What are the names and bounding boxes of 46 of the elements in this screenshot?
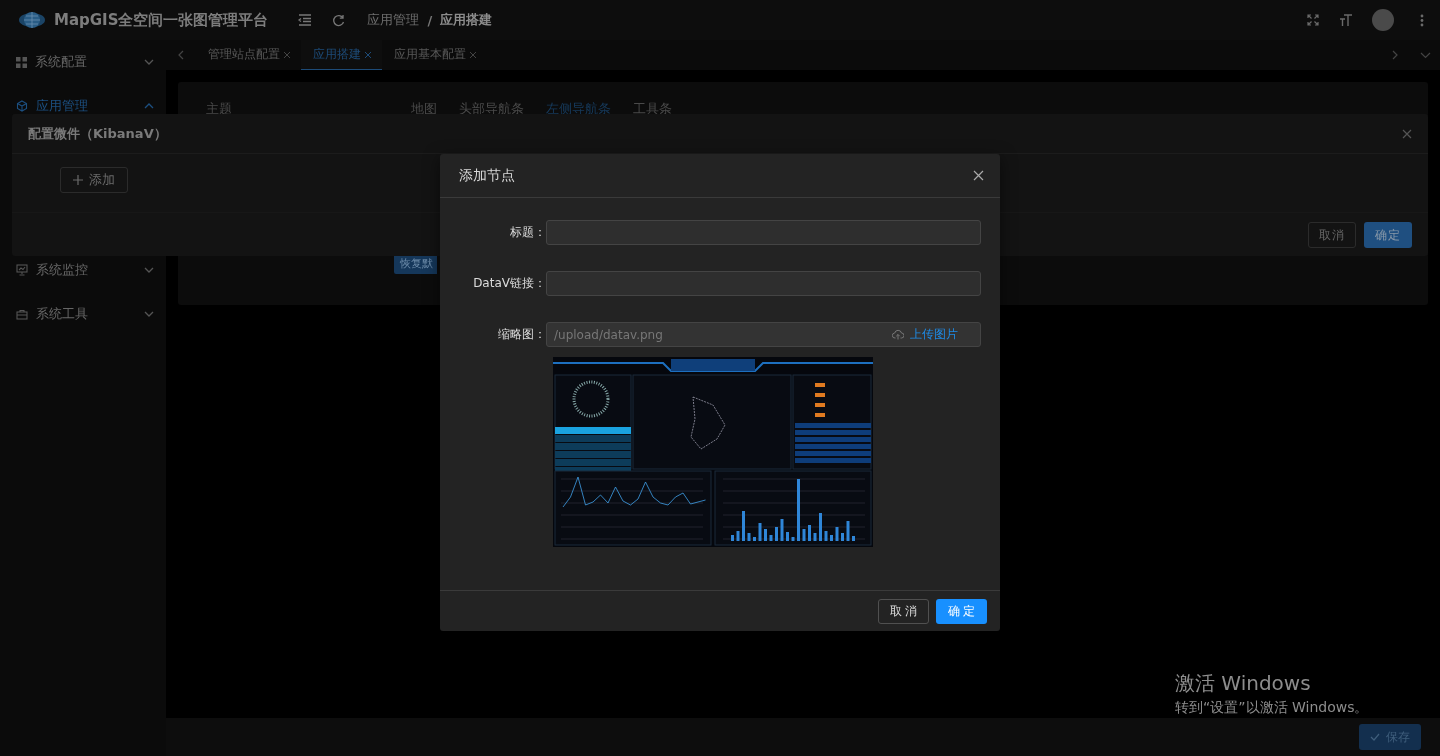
sidebar-item[interactable]: 系统配置 <box>0 40 166 84</box>
upload-link[interactable]: 上传图片 <box>892 326 958 343</box>
fullscreen-icon[interactable] <box>1307 14 1319 26</box>
avatar[interactable] <box>1372 9 1394 31</box>
sidebar-item[interactable]: 系统监控 <box>0 248 166 292</box>
file-path-field[interactable]: /upload/datav.png <box>554 327 886 342</box>
sidebar-item[interactable]: 系统工具 <box>0 292 166 336</box>
breadcrumb-item[interactable]: 应用管理 <box>367 11 420 29</box>
chevron-down-icon[interactable] <box>1419 51 1431 59</box>
dialog-title: 添加节点 <box>459 166 516 185</box>
section-tab[interactable]: 左侧导航条 <box>546 100 611 118</box>
field-label: 缩略图： <box>497 326 546 343</box>
page-tab[interactable]: 管理站点配置 <box>196 40 301 70</box>
input-field[interactable] <box>546 220 981 245</box>
input-field[interactable] <box>546 271 981 296</box>
cancel-button[interactable]: 取消 <box>1308 222 1356 248</box>
refresh-icon[interactable] <box>332 13 346 27</box>
plus-icon <box>73 175 83 185</box>
globe-logo-icon <box>18 9 46 31</box>
activation-notice-title: 激活 Windows <box>1175 670 1312 697</box>
monitor-icon <box>16 264 28 276</box>
font-size-icon[interactable] <box>1339 14 1352 26</box>
theme-label: 主题 <box>205 100 233 118</box>
breadcrumb-separator: / <box>427 12 433 28</box>
cube-icon <box>16 100 28 112</box>
app-title: MapGIS全空间一张图管理平台 <box>54 10 269 30</box>
page-tab[interactable]: 应用基本配置 <box>382 40 487 70</box>
close-icon[interactable] <box>973 170 984 181</box>
section-tab[interactable]: 地图 <box>411 100 437 118</box>
cloud-upload-icon <box>892 329 904 340</box>
activation-notice-text: 转到“设置”以激活 Windows。 <box>1175 699 1369 717</box>
menu-fold-icon[interactable] <box>298 14 313 26</box>
add-button[interactable]: 添加 <box>60 167 128 193</box>
chevron-left-icon[interactable] <box>178 50 184 60</box>
chevron-right-icon[interactable] <box>1392 50 1398 60</box>
field-label: 标题： <box>509 224 546 241</box>
toolbox-icon <box>16 308 28 320</box>
check-icon <box>1370 733 1380 741</box>
breadcrumb-item: 应用搭建 <box>440 11 493 29</box>
confirm-button[interactable]: 确定 <box>1364 222 1412 248</box>
field-label: DataV链接： <box>472 275 546 292</box>
more-icon[interactable] <box>1420 13 1424 27</box>
cancel-button[interactable]: 取 消 <box>878 599 929 624</box>
confirm-button[interactable]: 确 定 <box>936 599 987 624</box>
grid-icon <box>16 56 27 68</box>
section-tab[interactable]: 头部导航条 <box>459 100 524 118</box>
